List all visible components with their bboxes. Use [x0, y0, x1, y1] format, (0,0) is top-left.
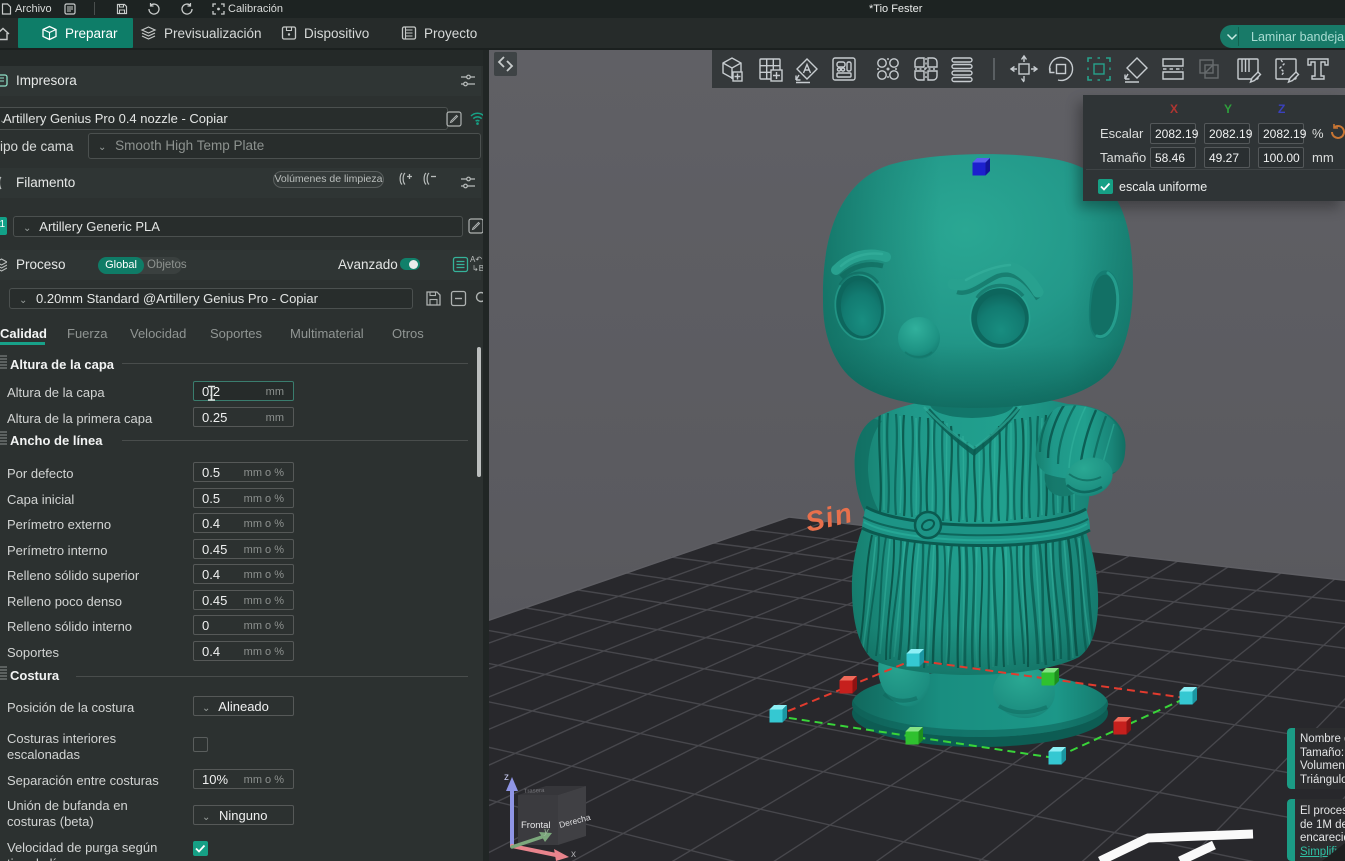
svg-text:x: x — [571, 849, 576, 860]
svg-text:z: z — [504, 772, 509, 783]
svg-text:Trasera: Trasera — [524, 788, 545, 795]
svg-text:y: y — [543, 826, 549, 836]
svg-text:A↶: A↶ — [470, 255, 482, 264]
